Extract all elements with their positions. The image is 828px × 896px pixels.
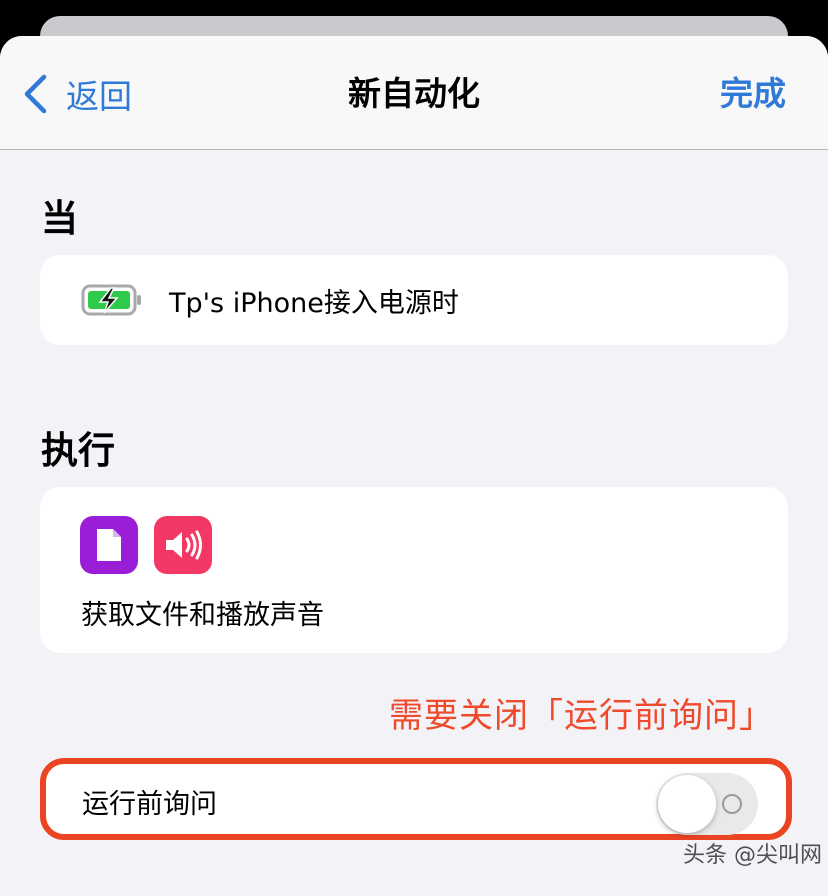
navigation-bar: 返回 新自动化 完成 [0,36,828,150]
ask-before-running-row: 运行前询问 [40,758,792,840]
speaker-icon [154,516,212,574]
automation-sheet: 返回 新自动化 完成 当 Tp's iPhone接入电源时 执行 获取文件和播放… [0,36,828,896]
trigger-text: Tp's iPhone接入电源时 [169,287,459,319]
toggle-knob [658,775,716,833]
ask-before-running-toggle[interactable] [656,773,758,835]
when-section-title: 当 [41,197,78,240]
file-icon [80,516,138,574]
trigger-card[interactable]: Tp's iPhone接入电源时 [40,255,788,345]
action-card[interactable]: 获取文件和播放声音 [40,487,788,653]
watermark: 头条 @尖叫网 [683,843,822,868]
do-section-title: 执行 [41,429,115,472]
annotation-text: 需要关闭「运行前询问」 [389,696,774,736]
page-title: 新自动化 [348,74,480,113]
ask-before-running-label: 运行前询问 [82,789,217,820]
toggle-off-indicator-icon [722,794,742,814]
done-button[interactable]: 完成 [720,72,786,116]
battery-charging-icon [81,284,141,316]
action-text: 获取文件和播放声音 [81,600,324,631]
